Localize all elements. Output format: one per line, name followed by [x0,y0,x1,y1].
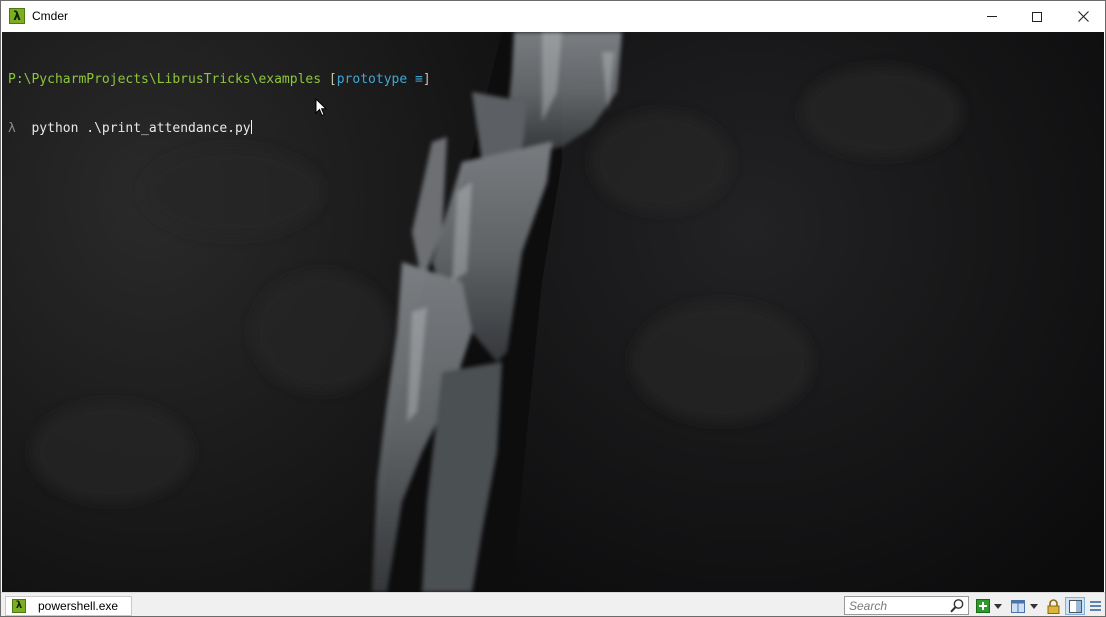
chevron-down-icon [1030,603,1038,609]
layout-dropdown[interactable] [1029,597,1039,615]
git-branch-status: ≡ [415,72,423,87]
command-line[interactable]: λ python .\print_attendance.py [8,120,431,137]
cmder-window: λ Cmder P:\PycharmProjects\LibrusTricks\… [0,0,1106,617]
lock-icon [1047,598,1059,614]
window-title: Cmder [32,9,69,23]
git-bracket-close: ] [422,72,431,87]
text-caret [250,120,252,134]
chevron-down-icon [994,603,1002,609]
minimize-button[interactable] [969,1,1015,32]
layout-button[interactable] [1010,597,1026,615]
prompt-path: P:\PycharmProjects\LibrusTricks\examples [8,72,322,87]
maximize-icon [1032,11,1042,22]
prompt-lambda: λ [8,121,16,136]
split-panel-icon [1011,599,1025,613]
maximize-button[interactable] [1014,1,1060,32]
status-bar: λ powershell.exe [1,592,1105,616]
view-toggle-button[interactable] [1065,597,1085,615]
terminal-pane[interactable]: P:\PycharmProjects\LibrusTricks\examples… [2,32,1104,592]
pane-view-icon [1068,599,1082,613]
new-console-dropdown[interactable] [993,597,1003,615]
new-console-button[interactable] [975,597,991,615]
main-menu-button[interactable] [1088,597,1102,615]
search-box[interactable] [844,596,969,615]
tab-label: powershell.exe [38,599,119,613]
lambda-icon[interactable]: λ [9,8,25,24]
close-icon [1077,11,1089,22]
git-bracket-open: [ [328,72,337,87]
git-branch-name: prototype [336,72,408,87]
minimize-icon [987,16,997,17]
mouse-pointer-icon [315,98,327,117]
command-text[interactable]: python .\print_attendance.py [31,121,250,136]
hamburger-menu-icon [1089,601,1101,611]
lock-button[interactable] [1045,597,1061,615]
magnifier-icon[interactable] [949,598,965,614]
title-bar[interactable]: λ Cmder [1,1,1105,32]
console-output[interactable]: P:\PycharmProjects\LibrusTricks\examples… [8,40,431,169]
prompt-line: P:\PycharmProjects\LibrusTricks\examples… [8,72,431,88]
plus-icon [976,599,990,613]
lambda-icon: λ [12,599,26,613]
close-button[interactable] [1060,1,1105,32]
console-tab[interactable]: λ powershell.exe [5,596,132,616]
search-input[interactable] [845,597,945,615]
